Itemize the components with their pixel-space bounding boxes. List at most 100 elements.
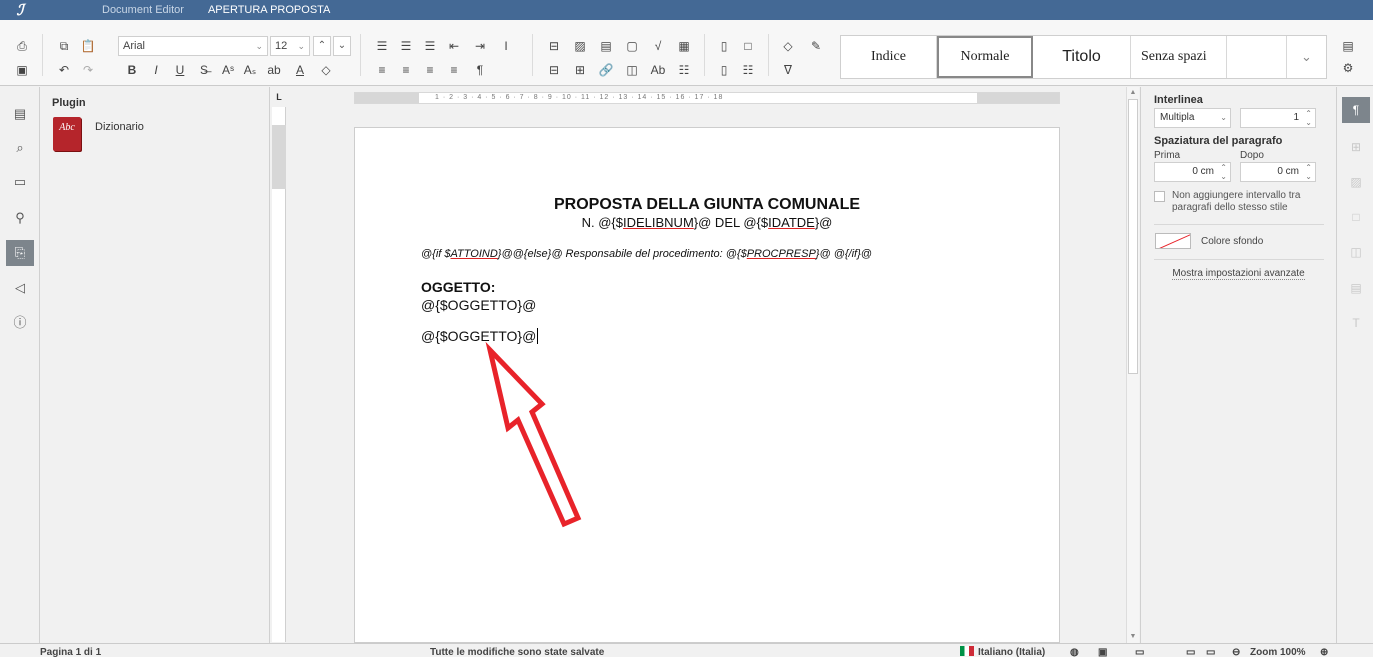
- gear-icon[interactable]: ⚙: [1340, 60, 1356, 76]
- margins-icon[interactable]: ▯: [716, 62, 732, 78]
- shape-icon[interactable]: ◫: [1342, 239, 1370, 265]
- fit-width-icon[interactable]: ▭: [1206, 647, 1215, 657]
- language-selector[interactable]: Italiano (Italia): [978, 647, 1045, 657]
- spacing-before-input[interactable]: 0 cm ⌃ ⌄: [1154, 162, 1231, 182]
- scroll-up-icon[interactable]: ▲: [1127, 88, 1139, 98]
- line-spacing-value-input[interactable]: 1 ⌃ ⌄: [1240, 108, 1316, 128]
- page-orientation-icon[interactable]: ▯: [716, 38, 732, 54]
- background-color-picker[interactable]: [1155, 233, 1191, 249]
- table-icon[interactable]: ⊞: [572, 62, 588, 78]
- vertical-scrollbar[interactable]: ▲ ▼: [1126, 87, 1139, 643]
- underline-icon[interactable]: U: [172, 62, 188, 78]
- fit-page-icon[interactable]: ▭: [1186, 647, 1195, 657]
- plugin-dizionario[interactable]: Abc Dizionario: [53, 117, 144, 151]
- multilevel-list-icon[interactable]: ☰: [422, 38, 438, 54]
- copy-icon[interactable]: ⧉: [56, 38, 72, 54]
- subscript-icon[interactable]: Aₛ: [242, 62, 258, 78]
- format-painter-icon[interactable]: ᐁ: [780, 62, 796, 78]
- scroll-down-icon[interactable]: ▼: [1127, 632, 1139, 642]
- track-changes-icon[interactable]: ▭: [1135, 647, 1144, 657]
- paragraph-icon[interactable]: ¶: [1342, 97, 1370, 123]
- insert-chart-icon[interactable]: ▤: [598, 38, 614, 54]
- no-interval-checkbox[interactable]: [1154, 191, 1165, 202]
- style-titolo[interactable]: Titolo: [1033, 36, 1131, 78]
- chevron-down-icon[interactable]: ⌄: [1287, 36, 1326, 78]
- document-page[interactable]: PROPOSTA DELLA GIUNTA COMUNALE N. @{$IDE…: [354, 127, 1060, 643]
- view-settings-icon[interactable]: ▤: [1340, 38, 1356, 54]
- align-right-icon[interactable]: ≡: [422, 62, 438, 78]
- spinner-icon[interactable]: ⌃ ⌄: [1305, 163, 1312, 181]
- redo-icon[interactable]: ↷: [80, 62, 96, 78]
- style-senza-spazi[interactable]: Senza spazi: [1131, 36, 1227, 78]
- style-normale[interactable]: Normale: [937, 36, 1033, 78]
- search-icon[interactable]: ⌕: [6, 135, 34, 161]
- tab-document-editor[interactable]: Document Editor: [90, 0, 196, 20]
- line-numbers-icon[interactable]: ☷: [740, 62, 756, 78]
- user-icon[interactable]: ⚲: [6, 205, 34, 231]
- plugin-icon[interactable]: ⎘: [6, 240, 34, 266]
- spacing-after-input[interactable]: 0 cm ⌃ ⌄: [1240, 162, 1316, 182]
- bold-icon[interactable]: B: [124, 62, 140, 78]
- paste-icon[interactable]: 📋: [80, 38, 96, 54]
- header-footer-icon[interactable]: □: [1342, 204, 1370, 230]
- insert-equation-icon[interactable]: √: [650, 38, 666, 54]
- font-size-select[interactable]: 12 ⌄: [270, 36, 310, 56]
- spinner-icon[interactable]: ⌃ ⌄: [1305, 109, 1312, 127]
- increase-font-button[interactable]: ⌃: [313, 36, 331, 56]
- shape-icon[interactable]: ◫: [624, 62, 640, 78]
- zoom-in-icon[interactable]: ⊕: [1320, 647, 1328, 657]
- text-art-icon[interactable]: T: [1342, 310, 1370, 336]
- file-icon[interactable]: ▤: [6, 101, 34, 127]
- font-name-select[interactable]: Arial ⌄: [118, 36, 268, 56]
- font-color-icon[interactable]: A: [292, 62, 308, 78]
- vertical-ruler[interactable]: [272, 107, 286, 642]
- advanced-settings-link[interactable]: Mostra impostazioni avanzate: [1141, 268, 1336, 280]
- eraser-icon[interactable]: ◇: [780, 38, 796, 54]
- strikethrough-icon[interactable]: S̶: [196, 62, 212, 78]
- insert-header-icon[interactable]: ⊟: [546, 62, 562, 78]
- hyperlink-icon[interactable]: 🔗: [598, 62, 614, 78]
- page-size-icon[interactable]: □: [740, 38, 756, 54]
- align-center-icon[interactable]: ≡: [398, 62, 414, 78]
- spinner-icon[interactable]: ⌃ ⌄: [1220, 163, 1227, 181]
- print-icon[interactable]: ⎙: [14, 38, 30, 54]
- megaphone-icon[interactable]: ◁: [6, 275, 34, 301]
- justify-icon[interactable]: ≡: [446, 62, 462, 78]
- image-icon[interactable]: ▨: [1342, 169, 1370, 195]
- tab-apertura-proposta[interactable]: APERTURA PROPOSTA: [196, 0, 342, 20]
- text-art-icon[interactable]: Ab: [650, 62, 666, 78]
- superscript-icon[interactable]: Aˢ: [220, 62, 236, 78]
- nonprinting-characters-icon[interactable]: ¶: [472, 62, 488, 78]
- increase-indent-icon[interactable]: ⇥: [472, 38, 488, 54]
- chart-icon[interactable]: ▤: [1342, 275, 1370, 301]
- comment-icon[interactable]: ▭: [6, 169, 34, 195]
- highlight-icon[interactable]: ab: [266, 62, 282, 78]
- tab-stop-selector[interactable]: L: [272, 88, 286, 106]
- insert-page-break-icon[interactable]: ⊟: [546, 38, 562, 54]
- italic-icon[interactable]: I: [148, 62, 164, 78]
- undo-icon[interactable]: ↶: [56, 62, 72, 78]
- field-idelibnum: IDELIBNUM: [622, 215, 694, 230]
- globe-icon[interactable]: ◍: [1070, 647, 1079, 657]
- zoom-out-icon[interactable]: ⊖: [1232, 647, 1240, 657]
- columns-icon[interactable]: ☷: [676, 62, 692, 78]
- numbered-list-icon[interactable]: ☰: [398, 38, 414, 54]
- clear-style-icon[interactable]: I: [498, 38, 514, 54]
- align-left-icon[interactable]: ≡: [374, 62, 390, 78]
- bullet-list-icon[interactable]: ☰: [374, 38, 390, 54]
- style-indice[interactable]: Indice: [841, 36, 937, 78]
- decrease-font-button[interactable]: ⌄: [333, 36, 351, 56]
- copy-style-icon[interactable]: ✎: [808, 38, 824, 54]
- info-icon[interactable]: ⓘ: [6, 310, 34, 336]
- spellcheck-icon[interactable]: ▣: [1098, 647, 1107, 657]
- horizontal-ruler[interactable]: 1 · 2 · 3 · 4 · 5 · 6 · 7 · 8 · 9 · 10 ·…: [354, 92, 1060, 104]
- line-spacing-type-select[interactable]: Multipla ⌄: [1154, 108, 1231, 128]
- save-icon[interactable]: ▣: [14, 62, 30, 78]
- table-icon[interactable]: ⊞: [1342, 134, 1370, 160]
- insert-image-icon[interactable]: ▨: [572, 38, 588, 54]
- insert-table-icon[interactable]: ▦: [676, 38, 692, 54]
- scroll-thumb[interactable]: [1128, 99, 1138, 374]
- insert-textbox-icon[interactable]: ▢: [624, 38, 640, 54]
- decrease-indent-icon[interactable]: ⇤: [446, 38, 462, 54]
- paragraph-shading-icon[interactable]: ◇: [318, 62, 334, 78]
